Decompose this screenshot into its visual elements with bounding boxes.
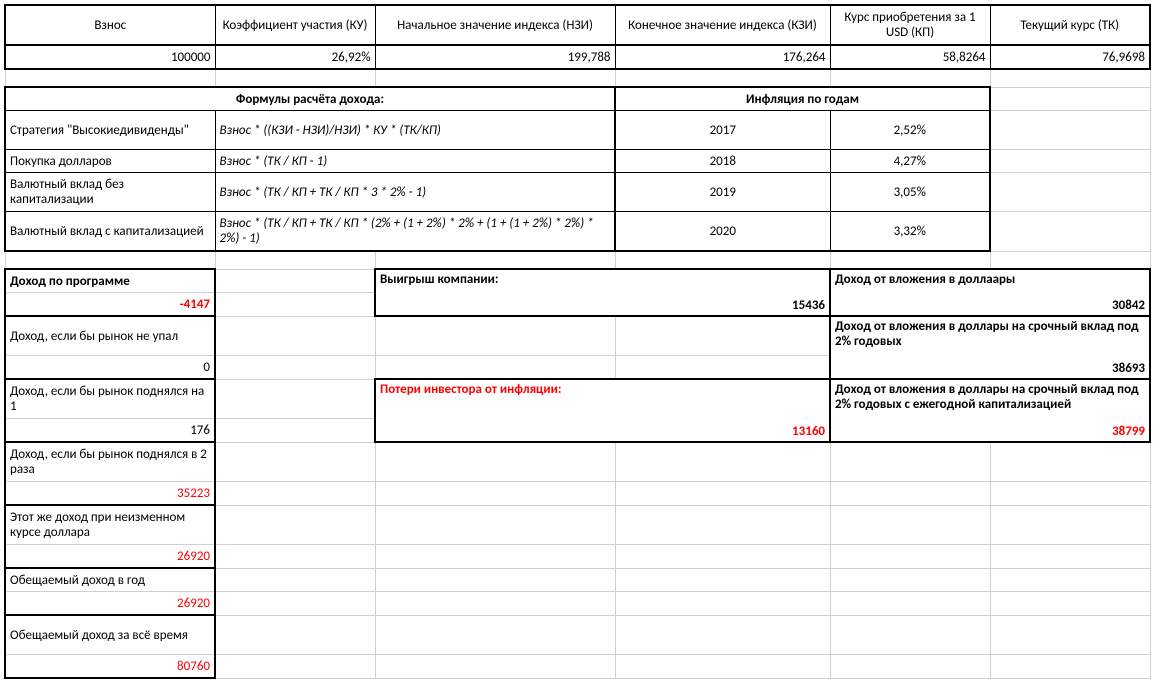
mid-loss-value: 13160 (380, 424, 825, 439)
formula-label-1[interactable]: Стратегия "Высокиедивиденды" (5, 111, 215, 150)
formula-row-4: Валютный вклад с капитализацией Взнос * … (5, 212, 1150, 252)
right-r1-block[interactable]: Доход от вложения в доллаары 30842 (830, 269, 1150, 316)
left-r4-label[interactable]: Доход, если бы рынок поднялся в 2 раза (5, 442, 215, 482)
hdr-c5[interactable]: Курс приобретения за 1 USD (КП) (830, 5, 990, 45)
left-r4-value[interactable]: 35223 (5, 482, 215, 506)
formula-expr-1[interactable]: Взнос * ((КЗИ - НЗИ)/НЗИ) * КУ * (ТК/КП) (215, 111, 615, 150)
input-c3[interactable]: 199,788 (375, 45, 615, 69)
mid-loss-label: Потери инвестора от инфляции: (380, 382, 825, 397)
right-r3-value: 38799 (835, 424, 1145, 439)
hdr-c1[interactable]: Взнос (5, 5, 215, 45)
left-r2-value[interactable]: 0 (5, 356, 215, 380)
inflation-year-1[interactable]: 2017 (615, 111, 830, 150)
right-r2-block[interactable]: Доход от вложения в доллары на срочный в… (830, 316, 1150, 379)
header-row: Взнос Коэффициент участия (КУ) Начальное… (5, 5, 1150, 45)
formula-expr-4[interactable]: Взнос * (ТК / КП + ТК / КП * (2% + (1 + … (215, 212, 615, 252)
inflation-val-1[interactable]: 2,52% (830, 111, 990, 150)
left-r7-label[interactable]: Обещаемый доход за всё время (5, 615, 215, 655)
inflation-val-4[interactable]: 3,32% (830, 212, 990, 252)
left-r7-value[interactable]: 80760 (5, 655, 215, 679)
left-r5-value[interactable]: 26920 (5, 545, 215, 569)
right-r1-value: 30842 (835, 298, 1145, 313)
input-c6[interactable]: 76,9698 (990, 45, 1150, 69)
formula-label-3[interactable]: Валютный вклад без капитализации (5, 173, 215, 212)
inflation-val-3[interactable]: 3,05% (830, 173, 990, 212)
input-c1[interactable]: 100000 (5, 45, 215, 69)
left-r6-value[interactable]: 26920 (5, 592, 215, 616)
hdr-c2[interactable]: Коэффициент участия (КУ) (215, 5, 375, 45)
right-r3-label: Доход от вложения в доллары на срочный в… (835, 382, 1145, 412)
left-r3-value[interactable]: 176 (5, 419, 215, 443)
hdr-c4[interactable]: Конечное значение индекса (КЗИ) (615, 5, 830, 45)
inflation-val-2[interactable]: 4,27% (830, 150, 990, 173)
left-r2-label[interactable]: Доход, если бы рынок не упал (5, 316, 215, 356)
spreadsheet-table: Взнос Коэффициент участия (КУ) Начальное… (4, 4, 1151, 679)
formulas-title: Формулы расчёта дохода: (5, 87, 615, 111)
inflation-year-3[interactable]: 2019 (615, 173, 830, 212)
left-r6-label[interactable]: Обещаемый доход в год (5, 568, 215, 592)
right-r2-label: Доход от вложения в доллары на срочный в… (835, 319, 1145, 349)
right-r2-value: 38693 (835, 361, 1145, 376)
input-c2[interactable]: 26,92% (215, 45, 375, 69)
mid-loss-block[interactable]: Потери инвестора от инфляции: 13160 (375, 379, 830, 442)
inflation-title: Инфляция по годам (615, 87, 990, 111)
right-r1-label: Доход от вложения в доллаары (835, 272, 1145, 287)
left-r1-label[interactable]: Доход по программе (5, 269, 215, 293)
mid-win-label: Выигрыш компании: (380, 272, 825, 287)
left-r1-value[interactable]: -4147 (5, 293, 215, 317)
left-r5-label[interactable]: Этот же доход при неизменном курсе долла… (5, 505, 215, 545)
input-c5[interactable]: 58,8264 (830, 45, 990, 69)
section-title-row: Формулы расчёта дохода: Инфляция по года… (5, 87, 1150, 111)
mid-win-block[interactable]: Выигрыш компании: 15436 (375, 269, 830, 316)
right-r3-block[interactable]: Доход от вложения в доллары на срочный в… (830, 379, 1150, 442)
inflation-year-4[interactable]: 2020 (615, 212, 830, 252)
formula-row-1: Стратегия "Высокиедивиденды" Взнос * ((К… (5, 111, 1150, 150)
hdr-c6[interactable]: Текущий курс (ТК) (990, 5, 1150, 45)
mid-win-value: 15436 (380, 298, 825, 313)
formula-expr-3[interactable]: Взнос * (ТК / КП + ТК / КП * 3 * 2% - 1) (215, 173, 615, 212)
formula-row-3: Валютный вклад без капитализации Взнос *… (5, 173, 1150, 212)
inflation-year-2[interactable]: 2018 (615, 150, 830, 173)
formula-expr-2[interactable]: Взнос * (ТК / КП - 1) (215, 150, 615, 173)
hdr-c3[interactable]: Начальное значение индекса (НЗИ) (375, 5, 615, 45)
formula-label-2[interactable]: Покупка долларов (5, 150, 215, 173)
formula-label-4[interactable]: Валютный вклад с капитализацией (5, 212, 215, 252)
input-c4[interactable]: 176,264 (615, 45, 830, 69)
left-r3-label[interactable]: Доход, если бы рынок поднялся на 1 (5, 379, 215, 419)
input-row: 100000 26,92% 199,788 176,264 58,8264 76… (5, 45, 1150, 69)
formula-row-2: Покупка долларов Взнос * (ТК / КП - 1) 2… (5, 150, 1150, 173)
